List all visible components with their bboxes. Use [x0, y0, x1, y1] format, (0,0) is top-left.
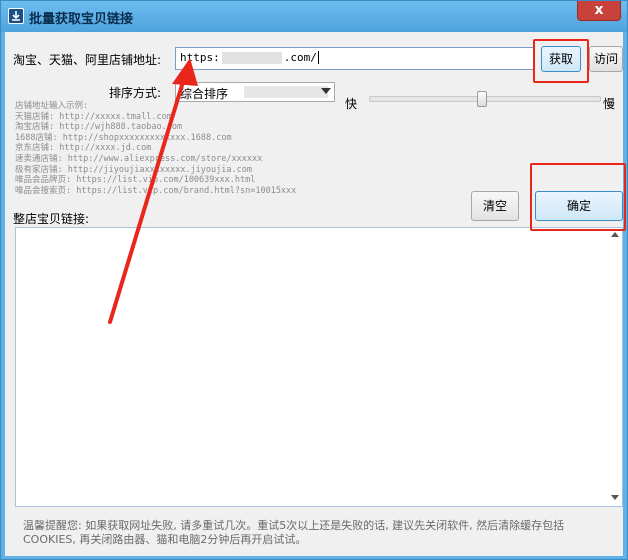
annotation-arrow-icon — [108, 58, 198, 324]
